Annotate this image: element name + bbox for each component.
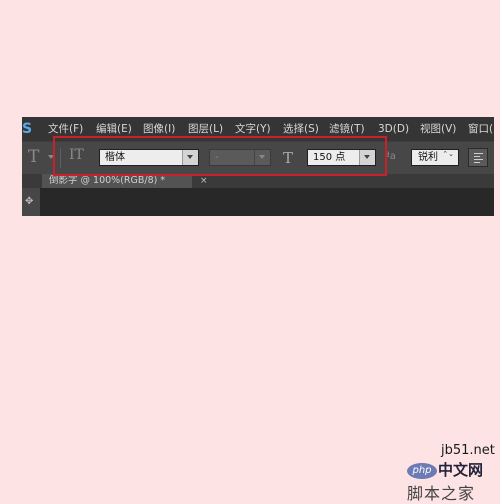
watermark-cn: 中文网 [438,461,484,479]
menu-filter[interactable]: 滤镜(T) [329,121,365,137]
canvas-area[interactable] [40,188,494,216]
document-tab-row: 倒影字 @ 100%(RGB/8) * × [22,174,494,188]
type-tool-icon[interactable]: T [28,147,39,167]
tools-panel: ✥ [22,188,40,216]
document-tab[interactable]: 倒影字 @ 100%(RGB/8) * × [42,174,208,188]
app-logo: S [22,121,33,137]
antialias-select[interactable]: 锐利 ⌃⌄ [411,149,459,166]
document-tab-title: 倒影字 @ 100%(RGB/8) * [49,175,166,186]
menu-type[interactable]: 文字(Y) [235,121,271,137]
watermark: jb51.net php 中文网 脚本之家 [407,443,500,503]
align-left-button[interactable] [468,148,488,167]
php-logo-icon: php [407,463,437,479]
highlight-box [53,136,387,176]
antialias-value: 锐利 [418,152,438,163]
menu-window[interactable]: 窗口( [468,121,493,137]
watermark-bottom: 脚本之家 [407,484,476,503]
close-icon[interactable]: × [200,174,208,188]
menu-file[interactable]: 文件(F) [48,121,83,137]
menu-view[interactable]: 视图(V) [420,121,456,137]
menu-layer[interactable]: 图层(L) [188,121,223,137]
menu-edit[interactable]: 编辑(E) [96,121,132,137]
move-icon[interactable]: ✥ [25,196,33,207]
watermark-site: jb51.net [441,443,495,458]
spinner-icon: ⌃⌄ [442,150,454,158]
menu-image[interactable]: 图像(I) [143,121,175,137]
menu-3d[interactable]: 3D(D) [378,121,409,137]
menu-select[interactable]: 选择(S) [283,121,319,137]
